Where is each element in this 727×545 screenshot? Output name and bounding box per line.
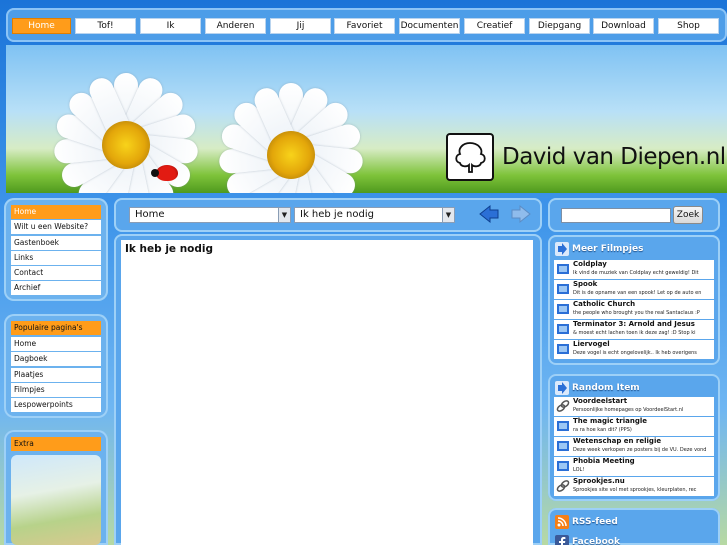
content-frame: Ik heb je nodig (114, 234, 542, 545)
link-icon (556, 400, 570, 412)
nav-tof[interactable]: Tof! (75, 18, 136, 34)
film-icon (557, 284, 569, 294)
site-title: David van Diepen.nl (502, 144, 726, 170)
rss-icon (555, 515, 569, 529)
header-banner: David van Diepen.nl (6, 45, 727, 193)
extra-box: Extra (4, 430, 108, 545)
facebook-link[interactable]: Facebook (555, 534, 620, 545)
arrow-right-icon (555, 242, 569, 256)
nav-ik[interactable]: Ik (140, 18, 201, 34)
page-toolbar: Home ▼ Ik heb je nodig ▼ (114, 198, 542, 232)
menu-item-archief[interactable]: Archief (11, 281, 101, 296)
dropdown-arrow-icon: ▼ (442, 208, 454, 222)
film-icon (557, 264, 569, 274)
film-icon (557, 461, 569, 471)
popular-item-plaatjes[interactable]: Plaatjes (11, 367, 101, 382)
film-icon (557, 421, 569, 431)
search-button[interactable]: Zoek (673, 206, 703, 224)
landscape-image (11, 455, 101, 545)
list-item[interactable]: Catholic Church the people who brought y… (554, 300, 714, 319)
page-select-value: Ik heb je nodig (300, 209, 374, 220)
film-icon (557, 304, 569, 314)
popular-pages-title: Populaire pagina's (11, 321, 101, 335)
meer-filmpjes-title: Meer Filmpjes (572, 244, 644, 254)
rss-feed-link[interactable]: RSS-feed (555, 514, 618, 530)
nav-anderen[interactable]: Anderen (205, 18, 266, 34)
facebook-label: Facebook (572, 537, 620, 545)
page-title: Ik heb je nodig (125, 243, 214, 255)
menu-item-gastenboek[interactable]: Gastenboek (11, 235, 101, 250)
extra-title: Extra (11, 437, 101, 451)
dropdown-arrow-icon: ▼ (278, 208, 290, 222)
rss-feed-label: RSS-feed (572, 517, 618, 527)
nav-documenten[interactable]: Documenten (399, 18, 460, 34)
list-item[interactable]: Wetenschap en religie Deze week verkopen… (554, 437, 714, 456)
list-item[interactable]: Phobia Meeting LOL! (554, 457, 714, 476)
facebook-icon (555, 535, 569, 545)
search-box: Zoek (548, 198, 720, 232)
list-item[interactable]: Sprookjes.nu Sprookjes site vol met spro… (554, 477, 714, 496)
content-panel: Ik heb je nodig (121, 240, 533, 545)
list-item[interactable]: Voordeelstart Persoonlijke homepages op … (554, 397, 714, 416)
list-item[interactable]: Terminator 3: Arnold and Jesus & moest e… (554, 320, 714, 339)
film-icon (557, 344, 569, 354)
menu-item-website[interactable]: Wilt u een Website? (11, 220, 101, 235)
link-icon (556, 480, 570, 492)
next-arrow-icon[interactable] (510, 204, 532, 224)
previous-arrow-icon[interactable] (478, 204, 500, 224)
page-select[interactable]: Ik heb je nodig ▼ (294, 207, 455, 223)
nav-diepgang[interactable]: Diepgang (529, 18, 590, 34)
search-input[interactable] (561, 208, 671, 223)
random-item-title: Random Item (572, 383, 640, 393)
popular-item-filmpjes[interactable]: Filmpjes (11, 382, 101, 397)
film-icon (557, 441, 569, 451)
popular-item-home[interactable]: Home (11, 337, 101, 351)
popular-item-dagboek[interactable]: Dagboek (11, 352, 101, 367)
top-navigation: Home Tof! Ik Anderen Jij Favoriet Docume… (6, 8, 727, 42)
site-brand[interactable]: David van Diepen.nl (446, 130, 726, 184)
ladybug-illustration (151, 165, 178, 181)
menu-item-contact[interactable]: Contact (11, 266, 101, 281)
popular-pages-box: Populaire pagina's Home Dagboek Plaatjes… (4, 314, 108, 418)
nav-jij[interactable]: Jij (270, 18, 331, 34)
list-item[interactable]: Liervogel Deze vogel is echt ongelovelij… (554, 340, 714, 359)
nav-creatief[interactable]: Creatief (464, 18, 525, 34)
menu-item-links[interactable]: Links (11, 250, 101, 265)
nav-home[interactable]: Home (12, 18, 71, 34)
list-item[interactable]: The magic triangle ra ra hoe kan dit? (P… (554, 417, 714, 436)
tree-logo-icon (446, 133, 494, 181)
nav-download[interactable]: Download (593, 18, 654, 34)
list-item[interactable]: Coldplay Ik vind de muziek van Coldplay … (554, 260, 714, 279)
nav-shop[interactable]: Shop (658, 18, 719, 34)
popular-item-lespowerpoints[interactable]: Lespowerpoints (11, 398, 101, 413)
random-item-header[interactable]: Random Item (555, 380, 640, 396)
list-item[interactable]: Spook Dit is de opname van een spook! Le… (554, 280, 714, 299)
meer-filmpjes-header[interactable]: Meer Filmpjes (555, 241, 643, 257)
main-menu-box: Home Wilt u een Website? Gastenboek Link… (4, 198, 108, 301)
arrow-right-icon (555, 381, 569, 395)
nav-favoriet[interactable]: Favoriet (334, 18, 395, 34)
section-select[interactable]: Home ▼ (129, 207, 291, 223)
section-select-value: Home (135, 209, 165, 220)
menu-item-home[interactable]: Home (11, 205, 101, 219)
film-icon (557, 324, 569, 334)
